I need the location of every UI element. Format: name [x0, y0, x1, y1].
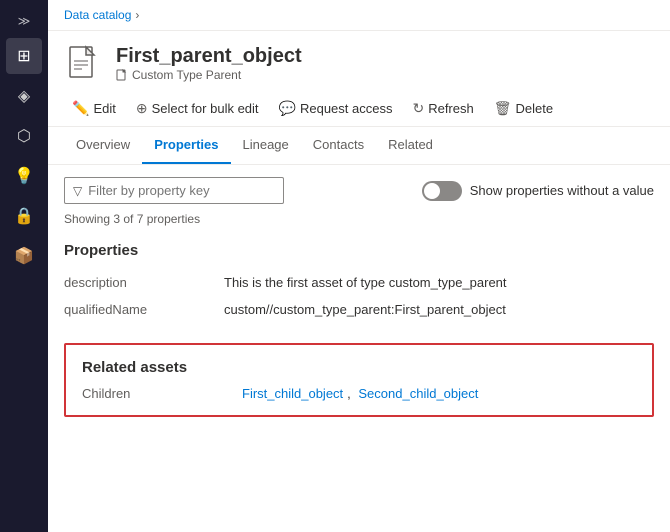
- toggle-label: Show properties without a value: [470, 183, 654, 198]
- sidebar: ≫ ⊞ ◈ ⬡ 💡 🔒 📦: [0, 0, 48, 532]
- breadcrumb-link[interactable]: Data catalog: [64, 8, 131, 22]
- request-access-button[interactable]: 💬 Request access: [271, 95, 401, 122]
- refresh-icon: ↻: [412, 100, 424, 117]
- toggle-wrap: Show properties without a value: [422, 181, 654, 201]
- prop-value: This is the first asset of type custom_t…: [224, 269, 654, 296]
- sidebar-collapse-btn[interactable]: ≫: [12, 8, 37, 34]
- apps-icon: ⊞: [17, 46, 30, 66]
- link-separator: ,: [347, 386, 354, 401]
- page-subtitle-text: Custom Type Parent: [132, 68, 241, 82]
- prop-key: description: [64, 269, 224, 296]
- prop-key: qualifiedName: [64, 296, 224, 323]
- bulk-edit-label: Select for bulk edit: [152, 101, 259, 116]
- table-row: description This is the first asset of t…: [64, 269, 654, 296]
- breadcrumb-separator: ›: [135, 8, 139, 22]
- related-assets-box: Related assets Children First_child_obje…: [64, 343, 654, 417]
- child-link-2[interactable]: Second_child_object: [358, 386, 478, 401]
- filter-input[interactable]: [88, 183, 275, 198]
- sidebar-item-apps[interactable]: ⊞: [6, 38, 42, 74]
- properties-section-title: Properties: [64, 242, 654, 259]
- main-content: Data catalog › First_parent_object Custo…: [48, 0, 670, 532]
- settings-icon: ⬡: [17, 126, 31, 146]
- comment-icon: 💬: [279, 100, 296, 117]
- content-area: ▽ Show properties without a value Showin…: [48, 165, 670, 532]
- tab-related[interactable]: Related: [376, 127, 445, 164]
- purview-icon: ◈: [18, 86, 30, 106]
- breadcrumb: Data catalog ›: [48, 0, 670, 31]
- edit-label: Edit: [93, 101, 115, 116]
- bulk-edit-button[interactable]: ⊕ Select for bulk edit: [128, 95, 267, 122]
- sidebar-item-catalog[interactable]: 📦: [6, 238, 42, 274]
- prop-value: custom//custom_type_parent:First_parent_…: [224, 296, 654, 323]
- filter-input-wrap[interactable]: ▽: [64, 177, 284, 204]
- toolbar: ✏️ Edit ⊕ Select for bulk edit 💬 Request…: [48, 91, 670, 127]
- related-links: First_child_object, Second_child_object: [242, 386, 478, 401]
- page-icon: [64, 43, 104, 83]
- properties-table: description This is the first asset of t…: [64, 269, 654, 323]
- delete-label: Delete: [516, 101, 554, 116]
- page-header: First_parent_object Custom Type Parent: [48, 31, 670, 91]
- edit-button[interactable]: ✏️ Edit: [64, 95, 124, 122]
- sidebar-item-settings[interactable]: ⬡: [6, 118, 42, 154]
- plus-circle-icon: ⊕: [136, 100, 148, 117]
- table-row: qualifiedName custom//custom_type_parent…: [64, 296, 654, 323]
- request-access-label: Request access: [300, 101, 393, 116]
- page-title-block: First_parent_object Custom Type Parent: [116, 44, 302, 82]
- refresh-button[interactable]: ↻ Refresh: [404, 95, 481, 122]
- showing-text: Showing 3 of 7 properties: [64, 212, 654, 226]
- catalog-icon: 📦: [14, 246, 34, 266]
- doc-icon: [116, 69, 128, 81]
- page-title: First_parent_object: [116, 44, 302, 68]
- related-assets-title: Related assets: [82, 359, 636, 376]
- tab-properties[interactable]: Properties: [142, 127, 230, 164]
- page-subtitle: Custom Type Parent: [116, 68, 302, 82]
- tab-contacts[interactable]: Contacts: [301, 127, 376, 164]
- properties-toggle[interactable]: [422, 181, 462, 201]
- trash-icon: 🗑: [494, 100, 512, 117]
- shield-icon: 🔒: [14, 206, 34, 226]
- edit-icon: ✏️: [72, 100, 89, 117]
- related-row: Children First_child_object, Second_chil…: [82, 386, 636, 401]
- filter-icon: ▽: [73, 184, 82, 198]
- tabs: Overview Properties Lineage Contacts Rel…: [48, 127, 670, 165]
- tab-overview[interactable]: Overview: [64, 127, 142, 164]
- insights-icon: 💡: [14, 166, 34, 186]
- delete-button[interactable]: 🗑 Delete: [486, 95, 561, 122]
- related-label: Children: [82, 386, 242, 401]
- sidebar-item-purview[interactable]: ◈: [6, 78, 42, 114]
- tab-lineage[interactable]: Lineage: [231, 127, 301, 164]
- filter-row: ▽ Show properties without a value: [64, 177, 654, 204]
- sidebar-item-insights[interactable]: 💡: [6, 158, 42, 194]
- refresh-label: Refresh: [428, 101, 474, 116]
- sidebar-item-security[interactable]: 🔒: [6, 198, 42, 234]
- child-link-1[interactable]: First_child_object: [242, 386, 343, 401]
- toggle-knob: [424, 183, 440, 199]
